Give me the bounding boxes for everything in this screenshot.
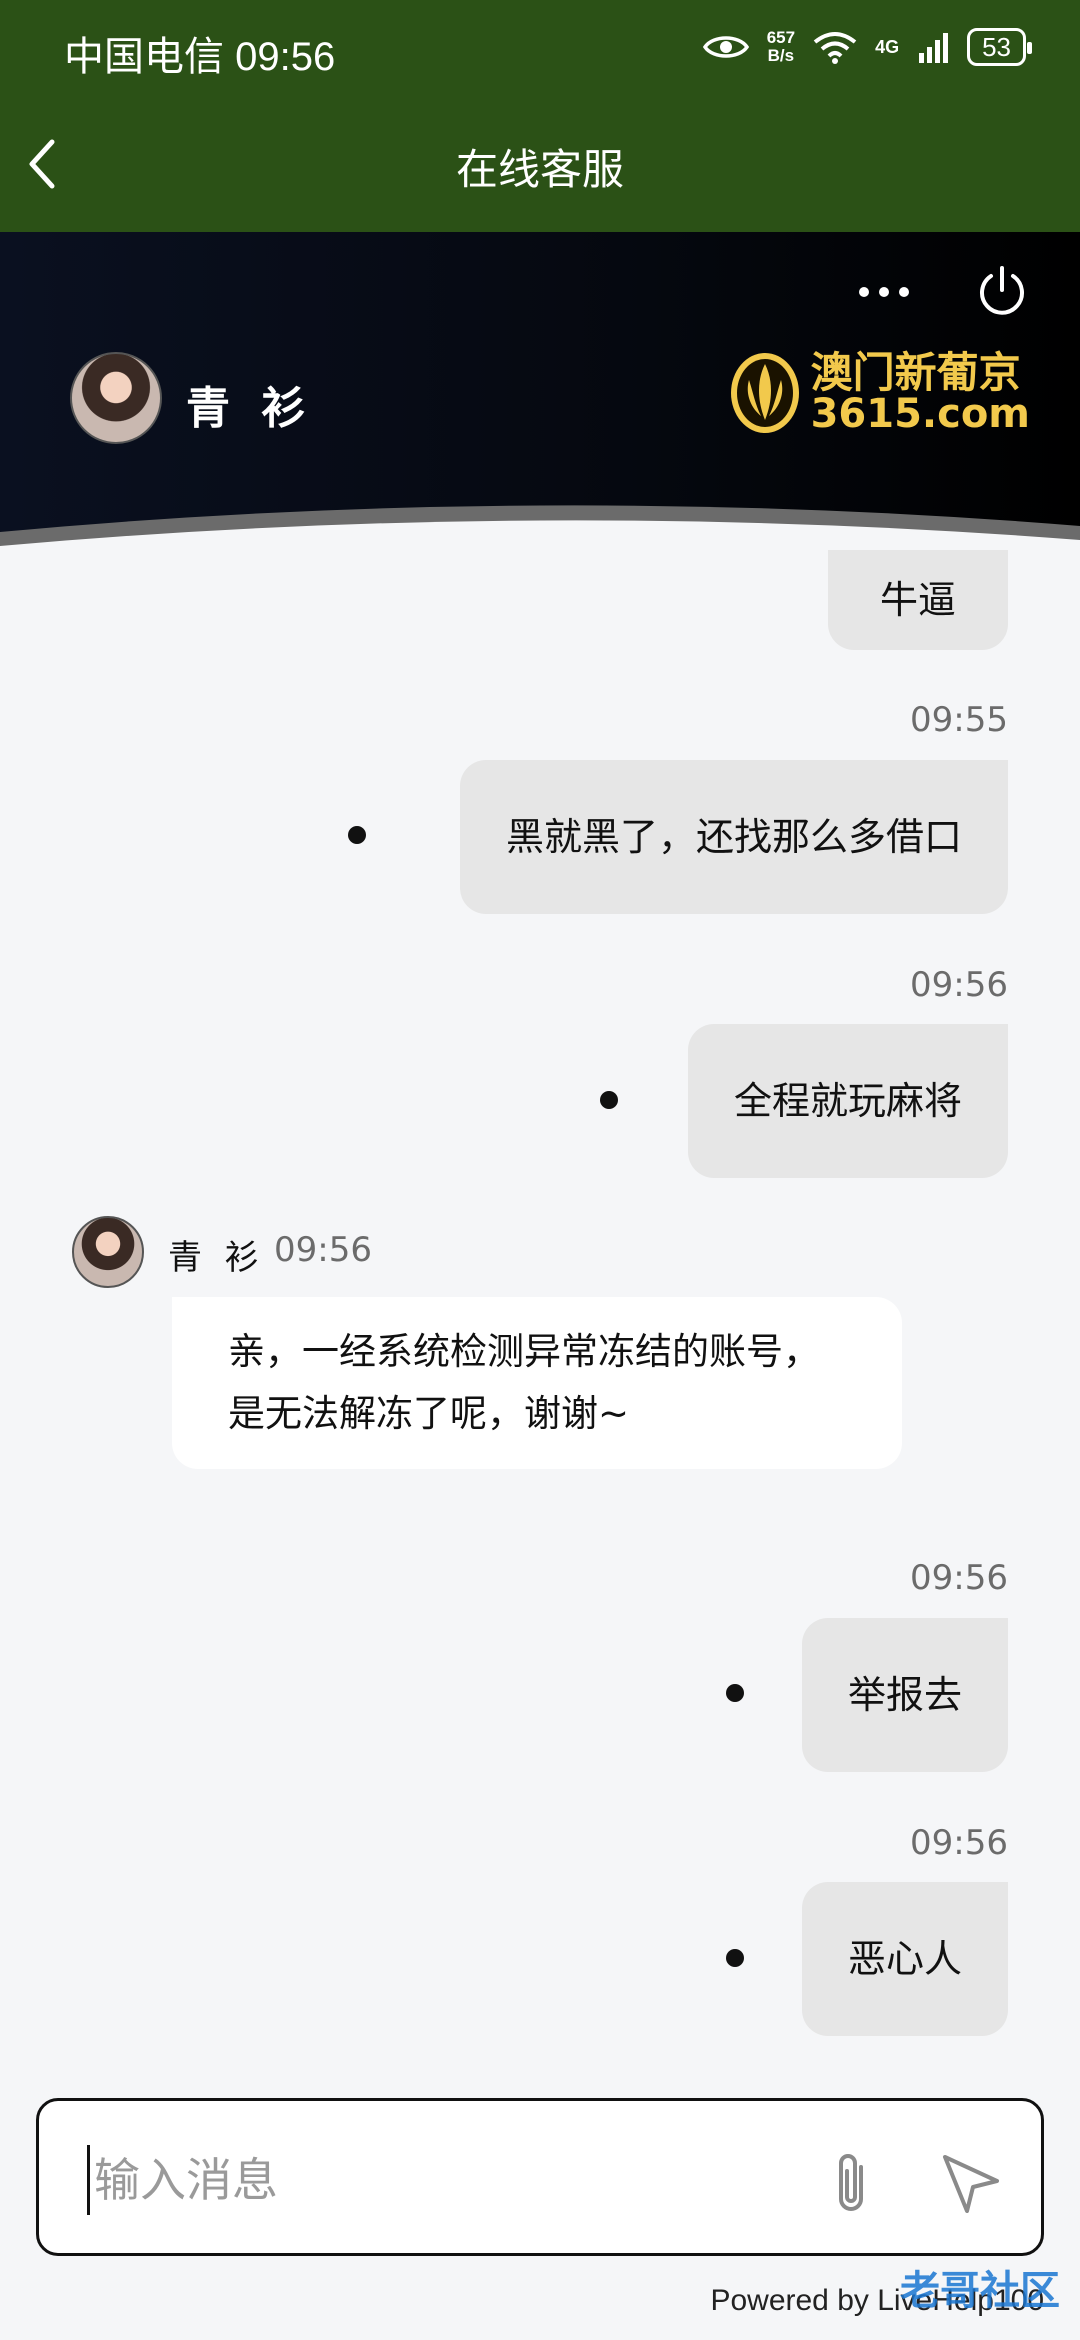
brand-logo: 澳门新葡京 3615.com (727, 350, 1030, 436)
net-speed: 657 B/s (766, 28, 796, 65)
message-input[interactable] (87, 2145, 787, 2215)
message-time: 09:56 (910, 965, 1008, 1005)
chat-header: 青 衫 澳门新葡京 3615.com (0, 232, 1080, 552)
battery-icon: 53 (967, 28, 1032, 66)
incoming-message: 亲，一经系统检测异常冻结的账号，是无法解冻了呢，谢谢~ (172, 1297, 902, 1469)
message-time: 09:56 (910, 1558, 1008, 1598)
status-carrier-time: 中国电信 09:56 (64, 35, 336, 79)
agent-avatar (72, 1216, 144, 1288)
more-options-button[interactable] (854, 272, 914, 312)
composer (36, 2098, 1044, 2256)
read-indicator (600, 1091, 618, 1109)
signal-icon (919, 33, 949, 63)
outgoing-message: 恶心人 (801, 1882, 1008, 2036)
read-indicator (726, 1949, 744, 1967)
sender-name: 青 衫 (168, 1238, 265, 1278)
agent-name: 青 衫 (186, 383, 314, 434)
send-button[interactable] (939, 2151, 1003, 2215)
wifi-icon (813, 32, 857, 64)
header-wave (0, 505, 1080, 552)
outgoing-message: 黑就黑了，还找那么多借口 (459, 760, 1008, 914)
watermark: 老哥社区 (900, 2268, 1060, 2314)
status-icons: 657 B/s 4G 53 (702, 28, 1032, 66)
brand-name: 澳门新葡京 (810, 348, 1021, 397)
outgoing-message: 牛逼 (827, 550, 1008, 650)
page-title: 在线客服 (455, 145, 624, 194)
eye-icon (702, 36, 749, 58)
message-time: 09:56 (910, 1823, 1008, 1863)
outgoing-message: 举报去 (801, 1618, 1008, 1772)
message-time: 09:56 (274, 1230, 372, 1270)
read-indicator (348, 826, 366, 844)
network-type: 4G (875, 36, 900, 57)
agent-avatar (70, 352, 162, 444)
outgoing-message: 全程就玩麻将 (687, 1024, 1008, 1178)
read-indicator (726, 1684, 744, 1702)
message-time: 09:55 (910, 700, 1008, 740)
power-button[interactable] (974, 262, 1030, 318)
attachment-button[interactable] (823, 2149, 879, 2219)
brand-url: 3615.com (810, 391, 1030, 437)
top-bar: 中国电信 09:56 657 B/s 4G 53 在线客服 (0, 0, 1080, 232)
brand-emblem-icon (730, 353, 799, 433)
